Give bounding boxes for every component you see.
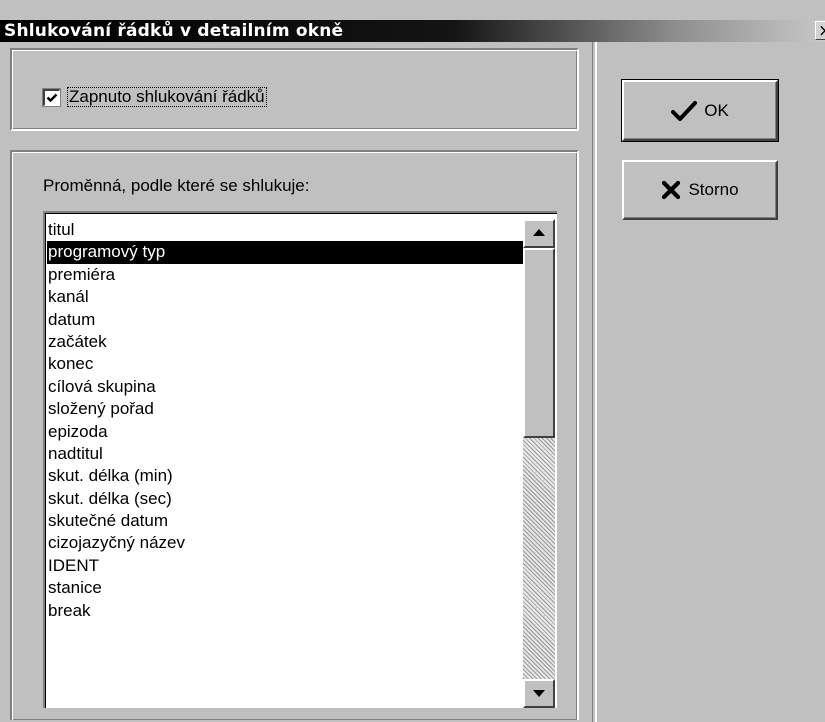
x-icon: [661, 180, 681, 200]
listbox-scrollbar[interactable]: [523, 219, 555, 708]
close-button[interactable]: ×: [815, 21, 825, 41]
list-item[interactable]: složený pořad: [47, 398, 523, 420]
list-item[interactable]: datum: [47, 309, 523, 331]
list-item[interactable]: skut. délka (sec): [47, 488, 523, 510]
list-item[interactable]: epizoda: [47, 421, 523, 443]
list-item[interactable]: stanice: [47, 577, 523, 599]
cancel-button-label: Storno: [688, 180, 739, 199]
scroll-up-button[interactable]: [523, 219, 555, 248]
grouping-enabled-row[interactable]: Zapnuto shlukování řádků: [42, 86, 267, 108]
list-item[interactable]: cílová skupina: [47, 376, 523, 398]
list-item[interactable]: titul: [47, 219, 523, 241]
list-item[interactable]: cizojazyčný název: [47, 532, 523, 554]
grouping-enabled-label[interactable]: Zapnuto shlukování řádků: [67, 87, 267, 107]
grouping-enabled-checkbox[interactable]: [42, 87, 61, 107]
close-icon: ×: [818, 21, 825, 41]
scroll-down-button[interactable]: [523, 679, 555, 708]
checkmark-icon: [46, 93, 58, 102]
ok-button[interactable]: OK: [621, 79, 779, 142]
variable-listbox[interactable]: titul programový typ premiéra kanál datum zač…: [43, 211, 557, 708]
variable-list[interactable]: titul programový typ premiéra kanál datum zač…: [47, 219, 523, 622]
list-item[interactable]: začátek: [47, 331, 523, 353]
list-item[interactable]: programový typ: [47, 241, 523, 264]
cancel-button[interactable]: Storno: [622, 160, 778, 220]
ok-button-label: OK: [704, 100, 729, 120]
vertical-divider: [592, 42, 597, 722]
checkmark-icon: [671, 100, 698, 122]
list-item[interactable]: skut. délka (min): [47, 465, 523, 487]
variable-label: Proměnná, podle které se shlukuje:: [43, 176, 310, 195]
list-item[interactable]: kanál: [47, 286, 523, 308]
title-bar[interactable]: Shlukování řádků v detailním okně ×: [0, 20, 825, 42]
window-title: Shlukování řádků v detailním okně: [4, 21, 344, 41]
arrow-up-icon: [533, 229, 545, 236]
dialog-window: Shlukování řádků v detailním okně × Zapn…: [0, 0, 825, 722]
list-item[interactable]: nadtitul: [47, 443, 523, 465]
scroll-thumb[interactable]: [523, 248, 555, 438]
list-item[interactable]: premiéra: [47, 264, 523, 286]
list-item[interactable]: break: [47, 600, 523, 622]
arrow-down-icon: [533, 690, 545, 697]
list-item[interactable]: konec: [47, 353, 523, 375]
list-item[interactable]: skutečné datum: [47, 510, 523, 532]
list-item[interactable]: IDENT: [47, 555, 523, 577]
